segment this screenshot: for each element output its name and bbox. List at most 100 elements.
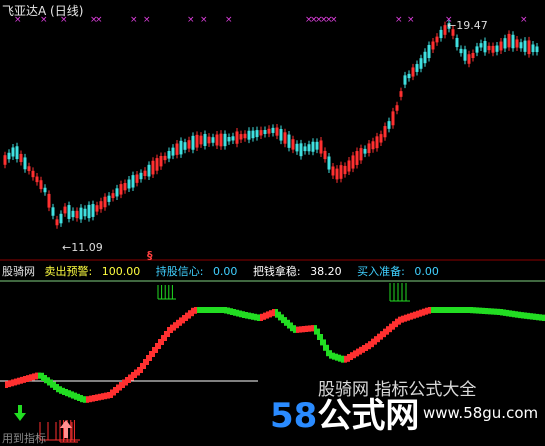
indicator-step (482, 307, 485, 314)
indicator-step (308, 325, 311, 332)
x-marker-icon: × (407, 15, 415, 25)
indicator-step (209, 307, 212, 313)
x-marker-icon: × (225, 15, 233, 25)
indicator-step (302, 326, 305, 333)
indicator-step (296, 326, 299, 333)
candlestick (35, 173, 39, 186)
indicator-step (479, 307, 482, 314)
indicator-step (515, 311, 518, 318)
indicator-step (92, 395, 95, 402)
indicator-step (473, 307, 476, 314)
candlestick (167, 147, 171, 163)
indicator-step (509, 310, 512, 317)
candlestick (27, 162, 31, 175)
candlestick (43, 184, 47, 196)
indicator-step (467, 307, 470, 313)
candlestick (475, 42, 479, 57)
candlestick (395, 101, 399, 115)
indicator-step (155, 343, 158, 353)
indicator-step (182, 315, 185, 324)
candlestick (527, 36, 531, 58)
candlestick (351, 151, 355, 173)
indicator-step (437, 307, 440, 313)
indicator-step (242, 311, 245, 318)
candlestick (291, 135, 295, 154)
x-marker-icon: × (130, 15, 138, 25)
indicator-step (119, 382, 122, 391)
candlestick (255, 126, 259, 141)
indicator-step (419, 309, 422, 317)
indicator-step (365, 343, 368, 351)
indicator-step (443, 307, 446, 313)
indicator-step (86, 396, 89, 403)
indicator-legend: 股骑网 卖出预警: 100.00 持股信心: 0.00 把钱拿稳: 38.20 … (2, 263, 451, 279)
indicator-step (281, 314, 284, 324)
candlestick (423, 48, 427, 67)
price-pane: × × × ×× × × × × × ×××××× × × × × (3, 15, 539, 229)
candlestick (251, 127, 255, 142)
candlestick (51, 203, 55, 220)
candlestick (227, 133, 231, 145)
indicator-step (371, 338, 374, 348)
sell-warning: 卖出预警: 100.00 (44, 265, 141, 278)
footer-partial-text: 用到指标 (2, 432, 46, 445)
candlestick (535, 42, 539, 56)
indicator-step (290, 322, 293, 332)
candlestick (479, 39, 483, 51)
candlestick (371, 137, 375, 153)
chart-title: 飞亚达A (日线) (2, 2, 83, 19)
indicator-step (407, 313, 410, 321)
candlestick (511, 31, 515, 52)
indicator-step (380, 331, 383, 340)
candlestick (287, 131, 291, 152)
buy-ready: 买入准备: 0.00 (357, 265, 439, 278)
signal-box (389, 283, 410, 302)
indicator-step (350, 352, 353, 360)
candlestick (135, 170, 139, 187)
candlestick (175, 140, 179, 159)
indicator-step (527, 312, 530, 320)
candlestick (235, 127, 239, 148)
x-marker-icon: × (95, 15, 103, 25)
indicator-step (20, 376, 23, 384)
candlestick (507, 30, 511, 51)
indicator-step (173, 322, 176, 331)
indicator-step (206, 307, 209, 313)
indicator-step (131, 372, 134, 381)
indicator-step (404, 314, 407, 322)
hold-confidence: 持股信心: 0.00 (155, 265, 238, 278)
watermark-logo: 58公式网 (270, 396, 420, 436)
candlestick (19, 150, 23, 166)
indicator-step (491, 308, 494, 315)
candlestick (75, 207, 79, 222)
indicator-step (521, 312, 524, 319)
indicator-step (488, 308, 491, 315)
indicator-step (347, 354, 350, 362)
indicator-step (458, 307, 461, 313)
signal-box (59, 420, 78, 443)
indicator-step (47, 377, 50, 386)
indicator-step (227, 307, 230, 315)
candlestick (455, 34, 459, 51)
candlestick (431, 38, 435, 53)
high-price-label: ←19.47 (447, 19, 488, 32)
candlestick (211, 133, 215, 147)
indicator-step (512, 310, 515, 318)
x-marker-icon: × (520, 15, 528, 25)
indicator-step (200, 307, 203, 313)
candlestick (339, 161, 343, 183)
candlestick (243, 130, 247, 142)
indicator-step (497, 308, 500, 315)
candlestick (111, 189, 115, 202)
indicator-step (179, 317, 182, 326)
candlestick (279, 125, 283, 145)
candlestick (203, 130, 207, 150)
candlestick (23, 153, 27, 173)
indicator-step (338, 354, 341, 362)
candlestick (79, 204, 83, 223)
candlestick (183, 138, 187, 154)
indicator-step (326, 344, 329, 357)
indicator-step (278, 311, 281, 321)
indicator-step (56, 384, 59, 393)
indicator-step (257, 314, 260, 321)
